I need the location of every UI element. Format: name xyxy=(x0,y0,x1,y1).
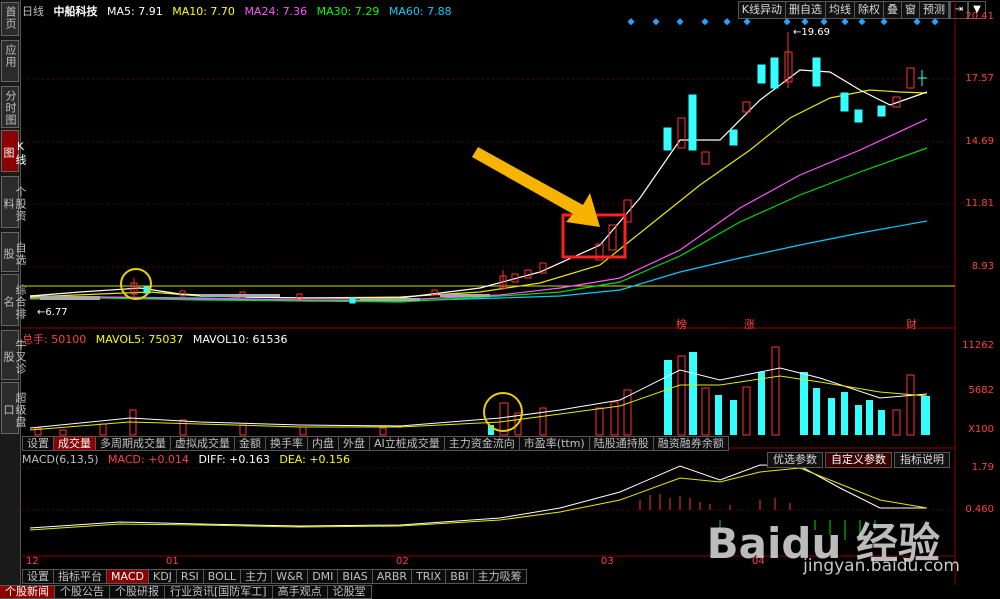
macd-axis-mid: 0.460 xyxy=(965,504,994,515)
baidu-watermark-url: jingyan.baidu.com xyxy=(803,556,960,576)
ma5-line xyxy=(29,69,928,299)
ma24-line xyxy=(29,118,928,301)
tab-industry-news[interactable]: 行业资讯[国防军工] xyxy=(165,585,273,599)
total-volume: 总手: 50100 xyxy=(22,333,87,346)
mavol10-value: MAVOL10: 61536 xyxy=(192,333,288,346)
price-axis-3: 14.69 xyxy=(965,136,994,147)
optimal-params-button[interactable]: 优选参数 xyxy=(767,452,823,468)
volume-header: 总手: 50100 MAVOL5: 75037 MAVOL10: 61536 xyxy=(22,331,293,347)
macd-axis-top: 1.79 xyxy=(971,462,994,473)
x-axis-dec: 12 xyxy=(26,556,39,567)
tab-main-force[interactable]: 主力 xyxy=(241,569,273,584)
event-marker-rank[interactable]: 榜 xyxy=(676,316,687,332)
macd-header: MACD(6,13,5) MACD: +0.014 DIFF: +0.163 D… xyxy=(22,453,356,466)
tab-multi-period-volume[interactable]: 多周期成交量 xyxy=(96,436,171,451)
tab-outer[interactable]: 外盘 xyxy=(339,436,370,451)
tab-amount[interactable]: 金额 xyxy=(235,436,266,451)
tab-settings[interactable]: 设置 xyxy=(22,436,54,451)
tab-virtual-volume[interactable]: 虚拟成交量 xyxy=(171,436,235,451)
tab-expert-views[interactable]: 高手观点 xyxy=(272,585,328,599)
tab-indicator-settings[interactable]: 设置 xyxy=(22,569,54,584)
volume-axis-unit: X100 xyxy=(968,424,994,435)
tab-bias[interactable]: BIAS xyxy=(338,569,373,584)
tab-accumulation[interactable]: 主力吸筹 xyxy=(473,569,527,584)
tab-volume[interactable]: 成交量 xyxy=(54,436,96,451)
tab-macd[interactable]: MACD xyxy=(107,569,149,584)
macd-name: MACD(6,13,5) xyxy=(22,453,99,466)
tab-pe-ttm[interactable]: 市盈率(ttm) xyxy=(519,436,590,451)
volume-axis-mid: 5682 xyxy=(968,385,994,396)
custom-params-button[interactable]: 自定义参数 xyxy=(825,452,892,468)
tab-wr[interactable]: W&R xyxy=(272,569,309,584)
volume-bars xyxy=(29,346,930,436)
price-axis-top: 20.41 xyxy=(965,11,994,22)
low-annotation: ←6.77 xyxy=(37,307,68,318)
tab-bbi[interactable]: BBI xyxy=(446,569,474,584)
candles xyxy=(40,32,927,304)
ma60-line xyxy=(29,220,928,302)
annotation-arrow xyxy=(472,147,600,227)
tab-trix[interactable]: TRIX xyxy=(412,569,447,584)
tab-stock-connect[interactable]: 陆股通持股 xyxy=(589,436,654,451)
tab-kdj[interactable]: KDJ xyxy=(148,569,177,584)
indicator-help-button[interactable]: 指标说明 xyxy=(894,452,950,468)
tab-forum[interactable]: 论股堂 xyxy=(327,585,372,599)
high-annotation: ←19.69 xyxy=(793,27,831,38)
diff-value: DIFF: +0.163 xyxy=(198,453,270,466)
tab-rsi[interactable]: RSI xyxy=(176,569,204,584)
price-axis-5: 8.93 xyxy=(971,261,994,272)
dea-value: DEA: +0.156 xyxy=(279,453,351,466)
volume-axis-top: 11262 xyxy=(962,340,994,351)
event-marker-rise[interactable]: 涨 xyxy=(744,316,755,332)
macd-tools: 优选参数 自定义参数 指标说明 xyxy=(765,452,950,468)
macd-value: MACD: +0.014 xyxy=(108,453,189,466)
tab-stock-announcements[interactable]: 个股公告 xyxy=(55,585,110,599)
price-axis-4: 11.81 xyxy=(965,198,994,209)
news-tabs: 个股新闻 个股公告 个股研报 行业资讯[国防军工] 高手观点 论股堂 xyxy=(0,585,372,599)
event-marker-finance[interactable]: 财 xyxy=(906,316,917,332)
tab-indicator-platform[interactable]: 指标平台 xyxy=(54,569,107,584)
event-diamonds xyxy=(627,18,939,26)
tab-ai-volume[interactable]: AI立桩成交量 xyxy=(370,436,445,451)
tab-turnover[interactable]: 换手率 xyxy=(266,436,308,451)
highlight-circle-volume xyxy=(483,392,523,432)
mavol5-value: MAVOL5: 75037 xyxy=(95,333,184,346)
tab-stock-research[interactable]: 个股研报 xyxy=(110,585,165,599)
tab-capital-flow[interactable]: 主力资金流向 xyxy=(444,436,520,451)
x-axis-mar: 03 xyxy=(601,556,614,567)
volume-indicator-tabs: 设置 成交量 多周期成交量 虚拟成交量 金额 换手率 内盘 外盘 AI立桩成交量… xyxy=(22,436,729,451)
macd-indicator-tabs: 设置 指标平台 MACD KDJ RSI BOLL 主力 W&R DMI BIA… xyxy=(22,569,527,584)
x-axis-jan: 01 xyxy=(166,556,179,567)
tab-dmi[interactable]: DMI xyxy=(308,569,339,584)
tab-arbr[interactable]: ARBR xyxy=(372,569,413,584)
ma30-line xyxy=(29,147,928,303)
price-axis-2: 17.57 xyxy=(965,73,994,84)
tab-margin[interactable]: 融资融券余额 xyxy=(653,436,729,451)
x-axis-feb: 02 xyxy=(396,556,409,567)
tab-inner[interactable]: 内盘 xyxy=(308,436,339,451)
tab-stock-news[interactable]: 个股新闻 xyxy=(0,585,55,599)
tab-boll[interactable]: BOLL xyxy=(203,569,242,584)
price-grid xyxy=(22,78,955,268)
